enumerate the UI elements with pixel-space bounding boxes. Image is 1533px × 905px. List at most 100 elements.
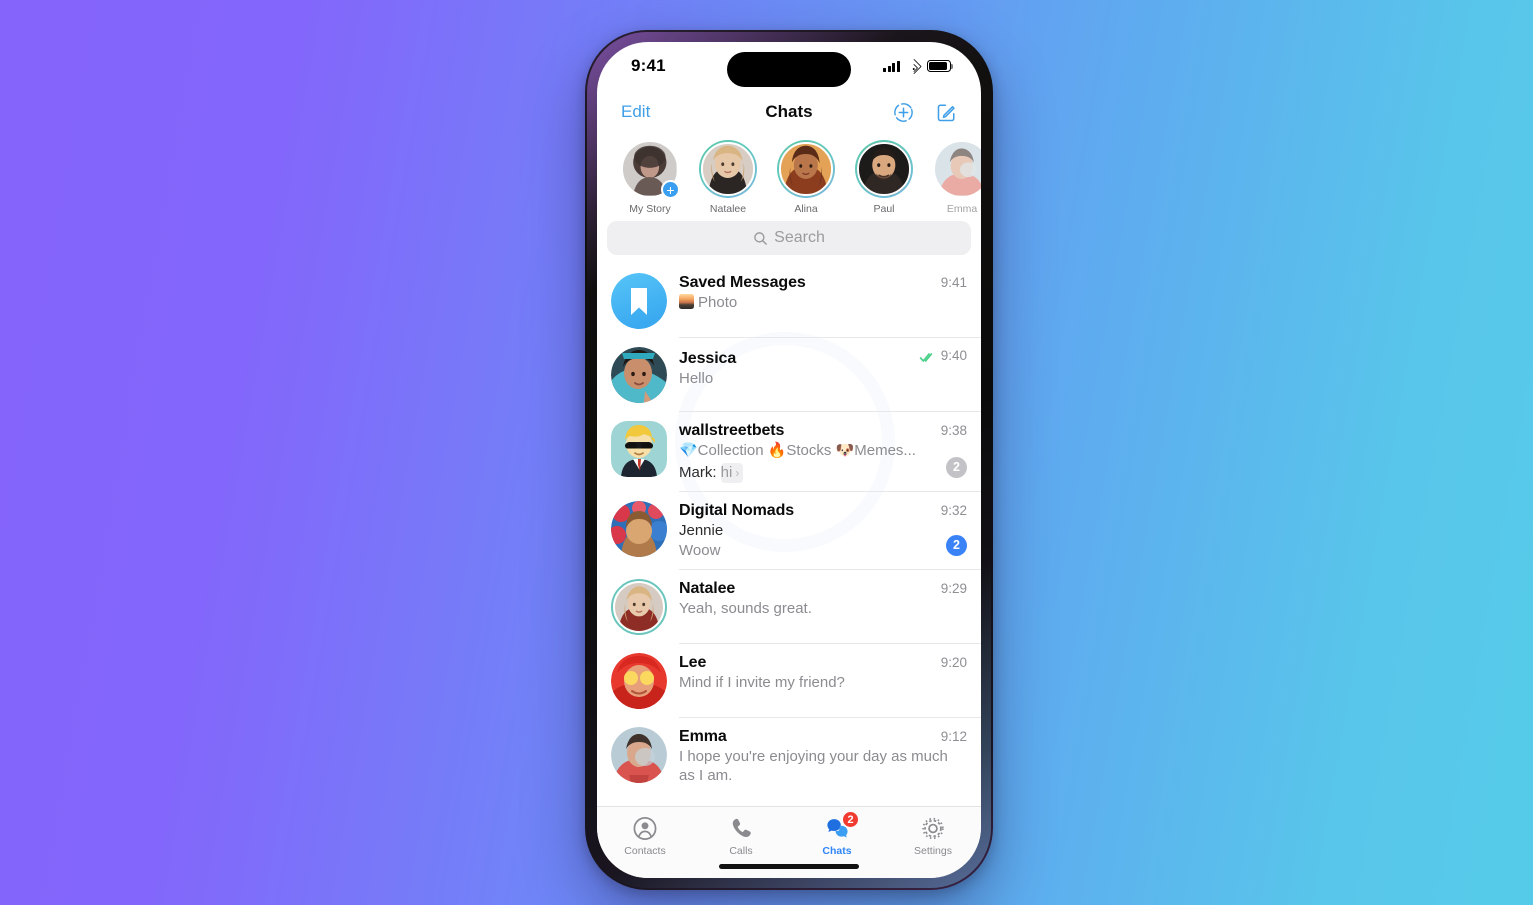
- chat-preview: Photo: [679, 293, 967, 313]
- tab-label: Calls: [729, 845, 753, 857]
- story-item-natalee[interactable]: Natalee: [689, 140, 767, 215]
- compose-icon[interactable]: [936, 102, 957, 123]
- cellular-signal-icon: [883, 60, 900, 72]
- chat-preview: I hope you're enjoying your day as much …: [679, 747, 948, 785]
- story-label: Emma: [946, 203, 978, 215]
- story-item-emma[interactable]: Emma: [923, 140, 981, 215]
- chat-time: 9:40: [940, 348, 967, 363]
- phone-icon: [728, 816, 754, 841]
- home-indicator: [719, 864, 859, 869]
- chat-name: Saved Messages: [679, 274, 806, 291]
- wifi-icon: [905, 58, 922, 75]
- chat-row-body: Saved Messages 9:41 Photo: [679, 273, 967, 313]
- avatar: [611, 273, 667, 329]
- chat-reply-preview: Mark: hi ›: [679, 462, 967, 483]
- chat-name: wallstreetbets: [679, 422, 785, 439]
- chat-name: Lee: [679, 653, 707, 671]
- nav-bar: Edit Chats: [597, 90, 981, 134]
- tab-settings[interactable]: Settings: [885, 816, 981, 857]
- story-ring: +: [621, 140, 680, 199]
- tab-unread-badge: 2: [842, 811, 859, 828]
- story-ring: [777, 140, 835, 198]
- chat-row-body: Lee 9:20 Mind if I invite my friend?: [679, 653, 967, 693]
- story-item-my-story[interactable]: + My Story: [611, 140, 689, 215]
- chat-row-jessica[interactable]: Jessica 9:40 Hello: [597, 338, 981, 412]
- story-item-alina[interactable]: Alina: [767, 140, 845, 215]
- chat-name: Digital Nomads: [679, 501, 795, 519]
- add-story-plus-badge[interactable]: +: [661, 180, 680, 199]
- contacts-icon: [632, 816, 658, 841]
- chat-row-wallstreetbets[interactable]: wallstreetbets 9:38 💎Collection 🔥Stocks …: [597, 412, 981, 492]
- chat-time: 9:20: [940, 654, 967, 670]
- unread-badge-slot: 2: [946, 534, 967, 556]
- story-ring: [855, 140, 913, 198]
- story-ring: [933, 140, 981, 198]
- dynamic-island: [727, 52, 851, 87]
- avatar: [611, 578, 667, 635]
- chat-row-body: Emma 9:12 I hope you're enjoying your da…: [679, 727, 967, 786]
- search-placeholder: Search: [774, 229, 825, 246]
- chevron-right-icon: ›: [735, 465, 740, 480]
- unread-badge: 2: [946, 456, 967, 478]
- tab-bar: Contacts Calls 2 Chats Settings: [597, 806, 981, 878]
- chat-topics: 💎Collection 🔥Stocks 🐶Memes...: [679, 442, 916, 459]
- avatar: [779, 142, 833, 196]
- tab-calls[interactable]: Calls: [693, 816, 789, 857]
- chat-time: 9:29: [940, 580, 967, 596]
- story-label: Alina: [794, 203, 818, 215]
- chat-name: Jessica: [679, 350, 737, 367]
- chat-row-body: Natalee 9:29 Yeah, sounds great.: [679, 579, 967, 619]
- story-item-paul[interactable]: Paul: [845, 140, 923, 215]
- status-bar: 9:41: [597, 42, 981, 90]
- chat-preview: Mind if I invite my friend?: [679, 673, 845, 691]
- status-indicators: [883, 58, 954, 75]
- reply-chip[interactable]: hi ›: [720, 462, 744, 483]
- tab-label: Chats: [822, 845, 852, 857]
- battery-icon: [927, 60, 954, 72]
- status-time: 9:41: [631, 56, 666, 75]
- story-label: My Story: [629, 203, 671, 215]
- avatar: [611, 726, 667, 783]
- add-story-icon[interactable]: [893, 102, 914, 123]
- chat-name: Emma: [679, 727, 727, 745]
- avatar: [935, 142, 981, 196]
- phone-screen: 9:41 Edit Chats + My Story Natalee Alina…: [597, 42, 981, 878]
- chat-preview: Woow: [679, 542, 721, 560]
- search-input[interactable]: Search: [607, 221, 971, 255]
- chat-time: 9:38: [940, 423, 967, 438]
- nav-actions: [893, 102, 957, 123]
- chat-row-digital-nomads[interactable]: Digital Nomads 9:32 Jennie Woow 2: [597, 492, 981, 570]
- chat-time: 9:32: [940, 502, 967, 518]
- tab-contacts[interactable]: Contacts: [597, 816, 693, 857]
- chat-preview: Yeah, sounds great.: [679, 599, 812, 617]
- avatar: [611, 500, 667, 557]
- tab-chats[interactable]: 2 Chats: [789, 811, 885, 857]
- chat-list[interactable]: Saved Messages 9:41 Photo Jessica 9:40 H…: [597, 264, 981, 806]
- chat-time: 9:41: [940, 275, 967, 290]
- read-receipt-double-check-icon: [919, 350, 936, 362]
- gear-icon: [920, 816, 946, 841]
- chat-row-saved-messages[interactable]: Saved Messages 9:41 Photo: [597, 264, 981, 338]
- story-label: Paul: [873, 203, 895, 215]
- chat-row-body: Digital Nomads 9:32 Jennie Woow: [679, 501, 967, 561]
- edit-button[interactable]: Edit: [621, 102, 650, 122]
- unread-badge-slot: 2: [946, 456, 967, 478]
- avatar: [611, 421, 667, 477]
- unread-badge: 2: [946, 534, 967, 556]
- avatar: [857, 142, 911, 196]
- avatar: [611, 347, 667, 403]
- tab-label: Contacts: [624, 845, 666, 857]
- chat-time: 9:12: [940, 728, 967, 744]
- stories-tray[interactable]: + My Story Natalee Alina Paul Emma: [597, 134, 981, 219]
- photo-thumbnail-icon: [679, 294, 694, 309]
- avatar: [611, 652, 667, 709]
- chat-row-lee[interactable]: Lee 9:20 Mind if I invite my friend?: [597, 644, 981, 718]
- story-ring: [699, 140, 757, 198]
- reply-text: hi: [720, 463, 733, 481]
- chat-row-natalee[interactable]: Natalee 9:29 Yeah, sounds great.: [597, 570, 981, 644]
- phone-frame: 9:41 Edit Chats + My Story Natalee Alina…: [585, 30, 993, 890]
- chat-row-emma[interactable]: Emma 9:12 I hope you're enjoying your da…: [597, 718, 981, 795]
- avatar: [701, 142, 755, 196]
- chat-sender: Jennie: [679, 521, 724, 539]
- story-label: Natalee: [709, 203, 747, 215]
